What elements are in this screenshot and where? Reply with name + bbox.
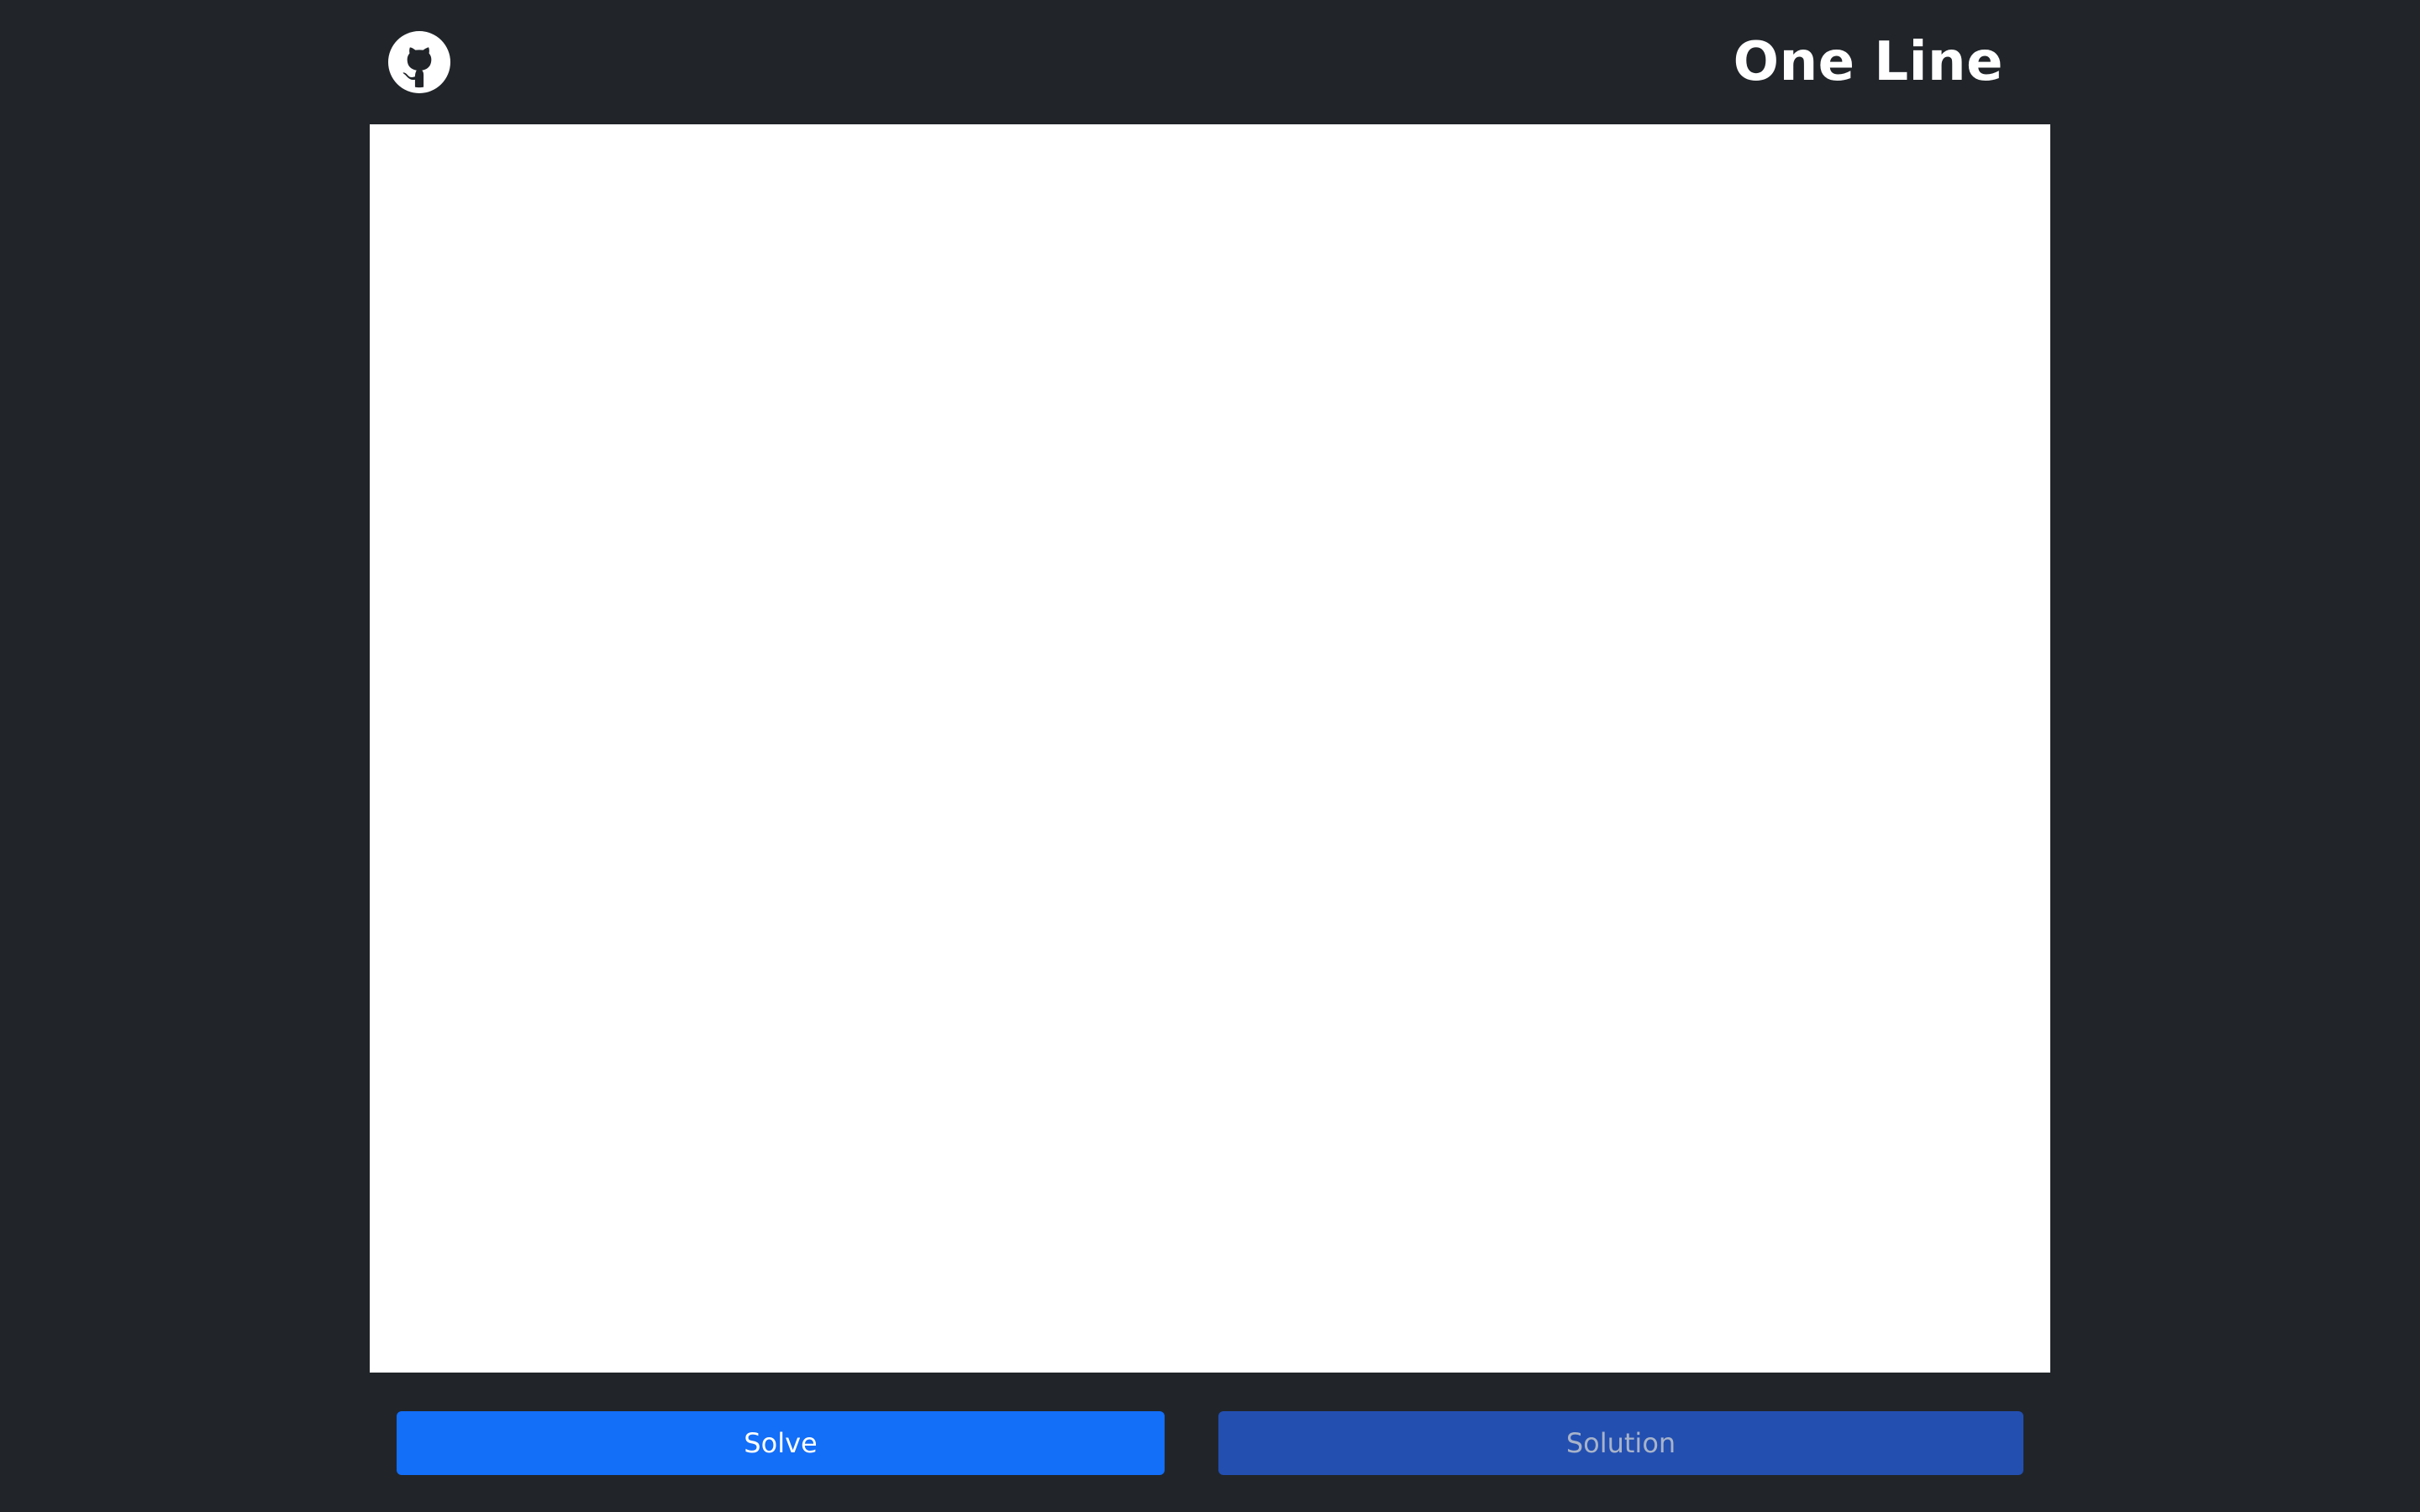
github-icon	[388, 31, 450, 93]
app-title: One Line	[1733, 31, 2003, 93]
github-link[interactable]	[388, 31, 450, 93]
solution-button[interactable]: Solution	[1218, 1411, 2023, 1475]
app-header: One Line	[0, 0, 2420, 124]
puzzle-board[interactable]	[370, 124, 2050, 1373]
solve-button[interactable]: Solve	[397, 1411, 1165, 1475]
